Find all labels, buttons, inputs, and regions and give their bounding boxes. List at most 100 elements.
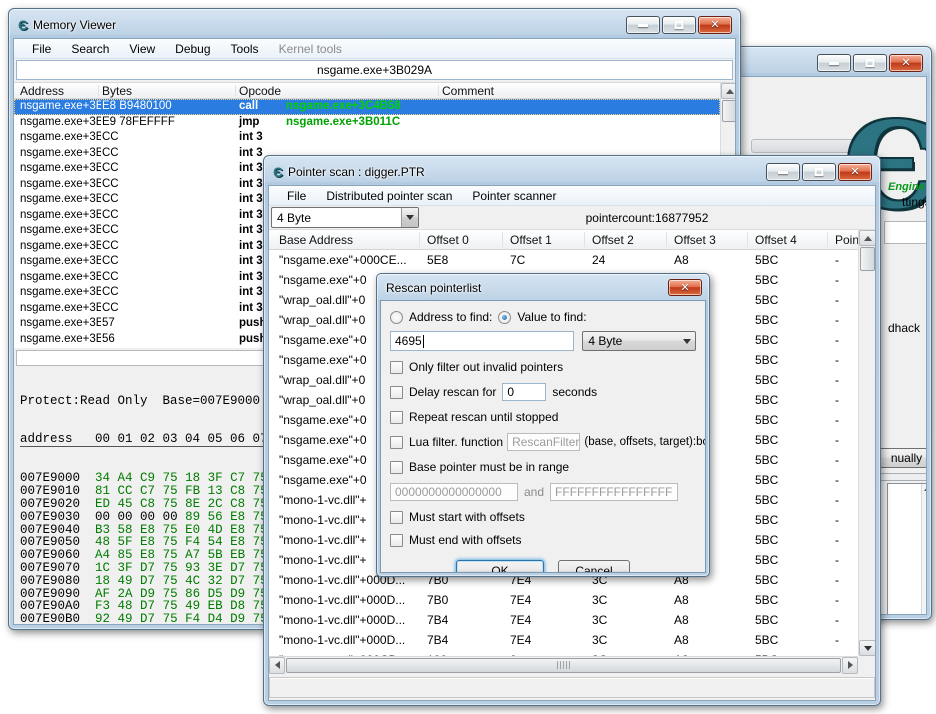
only-filter-invalid-label: Only filter out invalid pointers	[409, 360, 563, 374]
scrollbar-thumb[interactable]	[286, 658, 841, 673]
menu-item-file[interactable]: File	[277, 187, 316, 205]
menu-item-debug[interactable]: Debug	[165, 40, 220, 58]
chevron-down-icon[interactable]	[401, 208, 418, 227]
delay-seconds-input[interactable]: 0	[502, 383, 546, 401]
pointer-table-header[interactable]: Base Address Offset 0 Offset 1 Offset 2 Offs…	[269, 230, 858, 250]
minimize-icon[interactable]	[766, 163, 800, 181]
scrollbar-thumb[interactable]	[722, 100, 736, 122]
scroll-down-icon[interactable]	[859, 640, 876, 656]
disasm-row[interactable]: nsgame.exe+3B(CCint 3	[14, 130, 720, 146]
dialog-titlebar[interactable]: Rescan pointerlist	[381, 277, 705, 299]
disasm-bytes: CC	[102, 255, 237, 267]
scroll-left-icon[interactable]	[269, 657, 285, 674]
must-end-offsets-checkbox[interactable]	[390, 534, 403, 547]
menu-item-pointer-scanner[interactable]: Pointer scanner	[462, 187, 566, 205]
menu-item-distributed-pointer-scan[interactable]: Distributed pointer scan	[316, 187, 462, 205]
disassembler-address-input[interactable]: nsgame.exe+3B029A	[16, 60, 733, 80]
column-base-address[interactable]: Base Address	[279, 230, 353, 249]
only-filter-invalid-checkbox[interactable]	[390, 361, 403, 374]
scroll-up-icon[interactable]	[924, 486, 927, 491]
memory-viewer-menubar: FileSearchViewDebugToolsKernel tools	[14, 39, 735, 59]
vertical-scrollbar[interactable]	[858, 230, 875, 656]
disasm-address: nsgame.exe+3B(	[20, 193, 101, 205]
pointer-scan-toolbar: 4 Byte pointercount:16877952	[269, 206, 875, 230]
disasm-address: nsgame.exe+3B(	[20, 131, 101, 143]
delay-rescan-label: Delay rescan for	[409, 385, 496, 399]
menu-item-file[interactable]: File	[22, 40, 61, 58]
repeat-rescan-label: Repeat rescan until stopped	[409, 410, 558, 424]
value-to-find-input[interactable]: 4695	[390, 331, 574, 351]
hex-address: 007E90B0	[20, 612, 95, 625]
disasm-opcode: int 3	[239, 224, 263, 236]
pointer-row[interactable]: "nsgame.exe"+000CE...5E87C24A85BC-	[269, 250, 858, 270]
range-from-input[interactable]: 0000000000000000	[390, 483, 518, 501]
disasm-operand: nsgame.exe+3B011C	[286, 116, 400, 128]
disasm-opcode: int 3	[239, 178, 263, 190]
disasm-row[interactable]: nsgame.exe+3B(E8 B9480100callnsgame.exe+…	[14, 99, 720, 115]
disasm-address: nsgame.exe+3B(	[20, 147, 101, 159]
repeat-rescan-checkbox[interactable]	[390, 411, 403, 424]
menu-item-tools[interactable]: Tools	[221, 40, 269, 58]
disasm-row[interactable]: nsgame.exe+3B(E9 78FEFFFFjmpnsgame.exe+3…	[14, 115, 720, 131]
minimize-icon[interactable]	[626, 16, 660, 34]
pointer-offset: 24	[592, 253, 605, 267]
horizontal-scrollbar[interactable]	[269, 656, 858, 673]
disassembler-header[interactable]: Address Bytes Opcode Comment	[14, 83, 736, 99]
close-icon[interactable]	[668, 279, 702, 296]
range-to-input[interactable]: FFFFFFFFFFFFFFFF	[550, 483, 678, 501]
pointer-points-to: -	[835, 393, 839, 407]
hotkey-field[interactable]	[884, 221, 927, 244]
scrollbar-thumb[interactable]	[860, 247, 875, 271]
ok-button[interactable]: OK	[456, 560, 544, 573]
column-bytes[interactable]: Bytes	[102, 83, 132, 98]
address-list[interactable]	[887, 483, 927, 615]
menu-item-view[interactable]: View	[119, 40, 165, 58]
address-to-find-radio[interactable]	[390, 311, 403, 324]
pointer-base-address: "mono-1-vc.dll"+000D...	[279, 593, 421, 607]
column-offset-0[interactable]: Offset 0	[427, 230, 469, 249]
pointer-row[interactable]: "mono-1-vc.dll"+000D...7B47E43CA85BC-	[269, 630, 858, 650]
pointer-offset: 5BC	[755, 613, 778, 627]
close-icon[interactable]	[698, 16, 732, 34]
delay-rescan-checkbox[interactable]	[390, 386, 403, 399]
close-icon[interactable]	[889, 54, 923, 72]
lua-filter-checkbox[interactable]	[390, 436, 403, 449]
disasm-bytes: CC	[102, 147, 237, 159]
pointer-row[interactable]: "mono-1-vc.dll"+000D...7B07E43CA85BC-	[269, 590, 858, 610]
lua-filter-label: Lua filter. function	[409, 435, 503, 449]
disasm-address: nsgame.exe+3B(	[20, 333, 101, 345]
address-list-scrollbar[interactable]	[921, 484, 927, 615]
cancel-button[interactable]: Cancel	[558, 560, 630, 573]
maximize-icon[interactable]	[802, 163, 836, 181]
column-comment[interactable]: Comment	[442, 83, 494, 98]
must-start-offsets-checkbox[interactable]	[390, 511, 403, 524]
settings-link[interactable]: ttings	[902, 195, 927, 209]
base-pointer-range-checkbox[interactable]	[390, 461, 403, 474]
lua-function-input[interactable]: RescanFilter	[507, 433, 580, 451]
pointer-row[interactable]: "mono-1-vc.dll"+000D...7B47E43CA85BC-	[269, 610, 858, 630]
column-address[interactable]: Address	[20, 83, 64, 98]
column-offset-2[interactable]: Offset 2	[592, 230, 634, 249]
value-type-select[interactable]: 4 Byte	[271, 207, 419, 228]
column-opcode[interactable]: Opcode	[239, 83, 281, 98]
menu-item-kernel-tools[interactable]: Kernel tools	[269, 40, 352, 58]
maximize-icon[interactable]	[662, 16, 696, 34]
column-offset-4[interactable]: Offset 4	[755, 230, 797, 249]
disasm-opcode: int 3	[239, 255, 263, 267]
value-type-select[interactable]: 4 Byte	[582, 331, 696, 351]
maximize-icon[interactable]	[853, 54, 887, 72]
column-offset-1[interactable]: Offset 1	[510, 230, 552, 249]
value-to-find-radio[interactable]	[498, 311, 511, 324]
add-address-manually-button[interactable]: nually	[873, 448, 927, 468]
speedhack-label[interactable]: dhack	[888, 321, 920, 335]
minimize-icon[interactable]	[817, 54, 851, 72]
close-icon[interactable]	[838, 163, 872, 181]
pointer-points-to: -	[835, 573, 839, 587]
menu-item-search[interactable]: Search	[61, 40, 119, 58]
scroll-up-icon[interactable]	[721, 83, 736, 99]
scroll-right-icon[interactable]	[842, 657, 858, 674]
chevron-down-icon[interactable]	[678, 332, 695, 350]
pointer-offset: A8	[674, 633, 689, 647]
scroll-up-icon[interactable]	[859, 230, 876, 246]
column-offset-3[interactable]: Offset 3	[674, 230, 716, 249]
